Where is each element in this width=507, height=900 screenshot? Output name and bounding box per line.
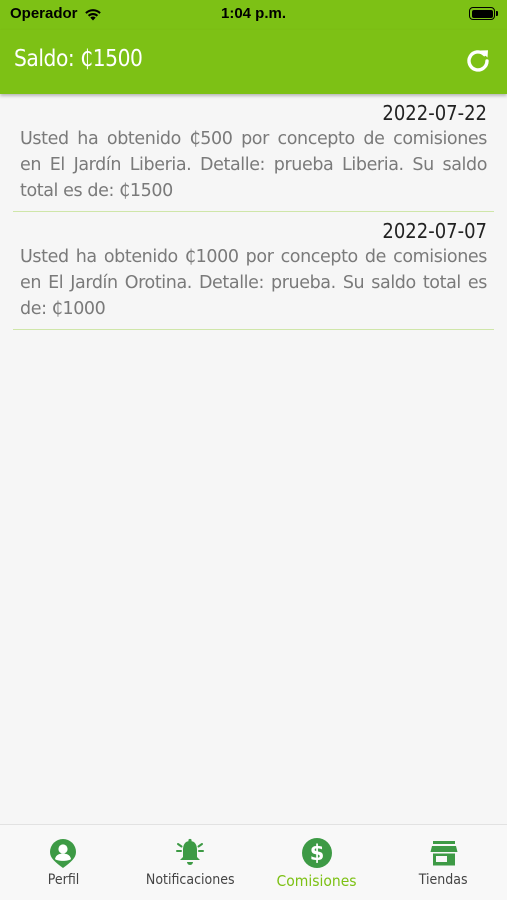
commission-date: 2022-07-22 bbox=[382, 101, 487, 125]
tab-comisiones[interactable]: $ Comisiones bbox=[254, 825, 381, 900]
store-icon bbox=[430, 841, 458, 866]
commission-date: 2022-07-07 bbox=[382, 219, 487, 243]
tab-perfil[interactable]: Perfil bbox=[0, 825, 127, 900]
clock: 1:04 p.m. bbox=[220, 5, 287, 22]
tab-label: Comisiones bbox=[276, 872, 357, 890]
status-bar: Operador 1:04 p.m. bbox=[0, 0, 507, 30]
battery-icon bbox=[469, 7, 498, 20]
refresh-icon[interactable] bbox=[463, 46, 493, 76]
tab-tiendas[interactable]: Tiendas bbox=[380, 825, 507, 900]
tab-bar: Perfil Notificaciones $ Comisiones Tiend… bbox=[0, 824, 507, 900]
tab-label: Tiendas bbox=[419, 872, 469, 888]
list-item: 2022-07-07 Usted ha obtenido ₵1000 por c… bbox=[13, 212, 494, 330]
balance-title: Saldo: ₵1500 bbox=[14, 46, 143, 72]
svg-text:$: $ bbox=[310, 841, 325, 865]
commission-list: 2022-07-22 Usted ha obtenido ₵500 por co… bbox=[0, 94, 507, 330]
dollar-icon: $ bbox=[301, 838, 332, 868]
tab-label: Notificaciones bbox=[145, 872, 235, 888]
app-bar: Saldo: ₵1500 bbox=[0, 30, 507, 94]
commission-message: Usted ha obtenido ₵1000 por concepto de … bbox=[20, 247, 487, 319]
tab-label: Perfil bbox=[47, 872, 80, 888]
list-item: 2022-07-22 Usted ha obtenido ₵500 por co… bbox=[13, 94, 494, 212]
profile-icon bbox=[50, 839, 77, 868]
commission-message: Usted ha obtenido ₵500 por concepto de c… bbox=[20, 129, 487, 201]
tab-notificaciones[interactable]: Notificaciones bbox=[127, 825, 254, 900]
bell-icon bbox=[176, 838, 205, 865]
